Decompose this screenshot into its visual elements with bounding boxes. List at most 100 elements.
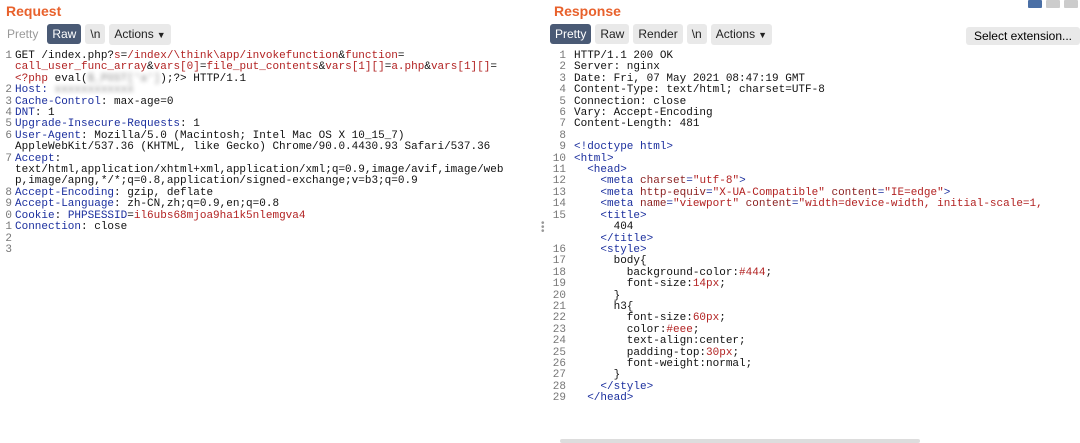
request-pane: Request Pretty Raw \n Actions ▼ 1 GET /ind… [0,0,540,443]
layout-switcher [1028,0,1078,8]
resize-grip-icon[interactable]: • • • [541,219,545,237]
code-token: Date: Fri, 07 May 2021 08:47:19 GMT [574,72,806,85]
code-token: </style> [600,380,654,393]
code-token: Connection [15,221,82,234]
newline-toggle[interactable]: \n [85,24,106,44]
line-number: 6 [5,129,12,142]
line-number: 3 [5,243,12,256]
code-token: Accept-Encoding [15,186,115,199]
select-extension-dropdown[interactable]: Select extension... [965,27,1080,45]
request-title: Request [6,3,62,19]
pretty-tab[interactable]: Pretty [2,24,43,44]
code-line: 2 [0,233,540,245]
code-token: } [574,369,621,382]
tabs-layout-icon[interactable] [1064,0,1078,8]
code-token: name [640,198,667,211]
code-token: Cookie [15,209,55,222]
code-token: : Mozilla/5.0 (Macintosh; Intel Mac OS X… [81,129,405,142]
code-token: font-weight:normal; [574,357,753,370]
line-number [548,222,574,233]
code-token: </head> [587,392,634,405]
request-editor[interactable]: 1 GET /index.php?s=/index/\think\app/invo… [0,50,540,443]
code-token: Accept-Language [15,198,115,211]
code-line: 3 [0,243,540,256]
code-token: http-equiv [640,186,707,199]
response-editor[interactable]: 1 HTTP/1.1 200 OK 2 Server: nginx 3 Date: Fri… [548,50,1080,443]
code-token: background-color: [574,266,740,279]
code-token: Content-Type: text/html; charset=UTF-8 [574,84,825,97]
render-tab[interactable]: Render [633,24,683,44]
code-token: 30px [706,346,733,359]
code-token: /index/\think\app/invokefunction [127,50,339,62]
code-token: Cache-Control [15,95,101,108]
code-token: font-size: [574,312,693,325]
code-token: padding-top: [574,346,707,359]
code-token: file_put_contents [206,61,319,74]
line-number: 2 [5,84,12,97]
split-vertical-icon[interactable] [1046,0,1060,8]
line-number: 4 [559,84,566,97]
code-token: Server: nginx [574,61,660,74]
split-horizontal-icon[interactable] [1028,0,1042,8]
code-token: ; [692,323,700,336]
code-token: body{ [574,255,647,268]
line-number [0,62,15,73]
code-token: "X-UA-Compatible" [712,186,825,199]
line-number: 24 [552,335,566,348]
code-token: Content-Length: 481 [574,118,700,131]
code-token: <!doctype html> [574,141,674,154]
raw-tab[interactable]: Raw [47,24,82,44]
code-line: 26 font-weight:normal; [548,357,1080,370]
code-token: "utf-8" [692,175,740,188]
code-token: ; [719,278,726,291]
chevron-down-icon: ▼ [758,29,768,40]
newline-toggle[interactable]: \n [686,24,707,44]
redacted-text: $_POST['a'] [87,72,161,85]
code-token: il6ubs68mjoa9ha1k5nlemgva4 [133,209,306,222]
raw-tab[interactable]: Raw [595,24,630,44]
horizontal-scrollbar[interactable] [560,439,920,443]
code-token: = [490,61,497,74]
code-token: call_user_func_array [15,61,148,74]
code-token: "viewport" [673,198,740,211]
code-token: p,image/apng,*/*;q=0.8,application/signe… [15,175,418,188]
code-token: ; [719,312,726,325]
pretty-tab[interactable]: Pretty [550,24,592,44]
code-token: : gzip, deflate [114,186,214,199]
code-token: <meta [600,186,641,199]
code-token: = [127,209,134,222]
code-line: 1 Connection: close [0,221,540,234]
code-token: vars[1][] [430,61,491,74]
line-number: 17 [552,255,566,268]
response-pane: Response Pretty Raw Render \n Actions ▼ S… [548,0,1080,443]
line-text: AppleWebKit/537.36 (KHTML, like Gecko) C… [15,142,490,153]
response-title: Response [554,3,621,19]
code-line: 3 Cache-Control: max-age=0 [0,95,540,108]
code-token: color: [574,323,667,336]
code-token: GET /index.php? [15,50,115,62]
code-token: User-Agent [15,129,82,142]
code-token: : 1 [180,118,200,131]
code-token: : zh-CN,zh;q=0.9,en;q=0.8 [114,198,280,211]
code-token: ; [765,266,773,279]
line-number: 9 [559,141,566,154]
actions-label: Actions [715,26,756,41]
actions-menu[interactable]: Actions ▼ [109,23,171,45]
code-token: 60px [692,312,720,325]
line-text: Content-Length: 481 [574,119,699,130]
code-token: : [54,152,62,165]
code-token: & [424,61,431,74]
actions-menu[interactable]: Actions ▼ [710,23,773,45]
code-token: <title> [600,209,647,222]
line-text: </head> [574,392,634,405]
code-token: & [147,61,154,74]
code-token: "width=device-width, initial-scale=1, [798,198,1043,211]
line-number: 29 [552,392,566,405]
